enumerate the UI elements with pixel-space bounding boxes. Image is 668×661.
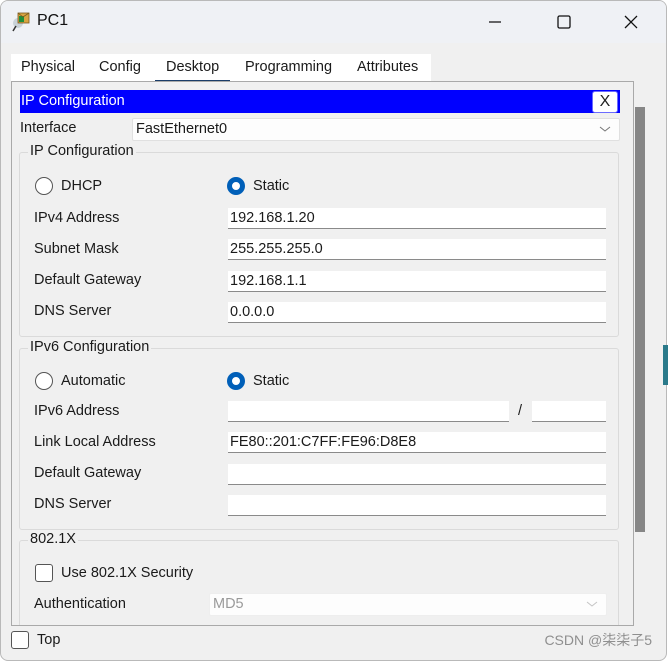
ipv4-address-input[interactable]: 192.168.1.20 <box>228 208 606 229</box>
link-local-address-input[interactable]: FE80::201:C7FF:FE96:D8E8 <box>228 432 606 453</box>
dhcp-label: DHCP <box>61 178 103 194</box>
static-label-ipv6: Static <box>253 373 290 389</box>
dot1x-group: 802.1X Use 802.1X Security Authenticatio… <box>19 531 619 625</box>
chevron-down-icon <box>599 126 611 132</box>
ipv4-default-gateway-label: Default Gateway <box>34 272 142 288</box>
chevron-down-icon <box>586 601 598 607</box>
ipv4-dns-server-label: DNS Server <box>34 303 112 319</box>
ip-config-title-bar: IP Configuration X <box>20 90 620 113</box>
subnet-mask-label: Subnet Mask <box>34 241 119 257</box>
close-button[interactable] <box>610 7 652 37</box>
automatic-radio[interactable] <box>35 372 53 390</box>
top-label: Top <box>37 632 61 648</box>
static-radio-ipv6[interactable] <box>227 372 245 390</box>
interface-label: Interface <box>20 120 77 136</box>
ipv4-address-label: IPv4 Address <box>34 210 120 226</box>
ipv4-default-gateway-input[interactable]: 192.168.1.1 <box>228 271 606 292</box>
ipv6-default-gateway-input[interactable] <box>228 464 606 485</box>
desktop-content: IP Configuration X Interface FastEtherne… <box>11 81 634 626</box>
top-checkbox[interactable] <box>11 631 29 649</box>
authentication-label: Authentication <box>34 596 126 612</box>
static-radio-ipv4[interactable] <box>227 177 245 195</box>
title-bar[interactable]: PC1 <box>1 1 666 43</box>
ipv4-dns-server-input[interactable]: 0.0.0.0 <box>228 302 606 323</box>
close-icon <box>624 15 638 29</box>
window-title: PC1 <box>37 12 69 29</box>
ipv4-config-group: IP Configuration DHCP Static IPv4 Addres… <box>19 143 619 337</box>
maximize-icon <box>557 15 571 29</box>
tab-attributes[interactable]: Attributes <box>357 54 418 81</box>
watermark: CSDN @柒柒子5 <box>544 632 652 648</box>
minimize-icon <box>489 21 501 23</box>
automatic-label: Automatic <box>61 373 126 389</box>
link-local-address-label: Link Local Address <box>34 434 156 450</box>
maximize-button[interactable] <box>543 7 585 37</box>
ip-config-title: IP Configuration <box>21 93 125 109</box>
interface-value: FastEthernet0 <box>136 121 228 137</box>
ipv6-dns-server-label: DNS Server <box>34 496 112 512</box>
authentication-select[interactable]: MD5 <box>209 593 607 616</box>
tab-config[interactable]: Config <box>99 54 141 81</box>
ipv6-dns-server-input[interactable] <box>228 495 606 516</box>
ipv6-address-label: IPv6 Address <box>34 403 120 419</box>
ipv6-address-input[interactable] <box>228 401 509 422</box>
ipv6-default-gateway-label: Default Gateway <box>34 465 142 481</box>
background-fragment <box>663 345 668 385</box>
pc-app-icon <box>12 12 30 32</box>
tab-strip: Physical Config Desktop Programming Attr… <box>11 54 431 83</box>
prefix-separator: / <box>518 403 523 419</box>
minimize-button[interactable] <box>474 7 516 37</box>
ip-config-close-button[interactable]: X <box>592 91 618 113</box>
dhcp-radio[interactable] <box>35 177 53 195</box>
use-8021x-checkbox[interactable] <box>35 564 53 582</box>
tab-desktop[interactable]: Desktop <box>154 54 231 83</box>
scrollbar-thumb[interactable] <box>635 107 645 532</box>
use-8021x-label: Use 802.1X Security <box>61 565 194 581</box>
tab-programming[interactable]: Programming <box>245 54 332 81</box>
ipv6-config-legend: IPv6 Configuration <box>28 339 152 355</box>
tab-physical[interactable]: Physical <box>21 54 75 81</box>
dot1x-legend: 802.1X <box>28 531 78 547</box>
subnet-mask-input[interactable]: 255.255.255.0 <box>228 239 606 260</box>
static-label-ipv4: Static <box>253 178 290 194</box>
pc1-window: PC1 Physical Config Desktop Programming … <box>0 0 667 661</box>
ipv6-prefix-input[interactable] <box>532 401 606 422</box>
ipv6-config-group: IPv6 Configuration Automatic Static IPv6… <box>19 339 619 530</box>
interface-select[interactable]: FastEthernet0 <box>132 118 620 141</box>
ipv4-config-legend: IP Configuration <box>28 143 136 159</box>
authentication-value: MD5 <box>213 596 244 612</box>
